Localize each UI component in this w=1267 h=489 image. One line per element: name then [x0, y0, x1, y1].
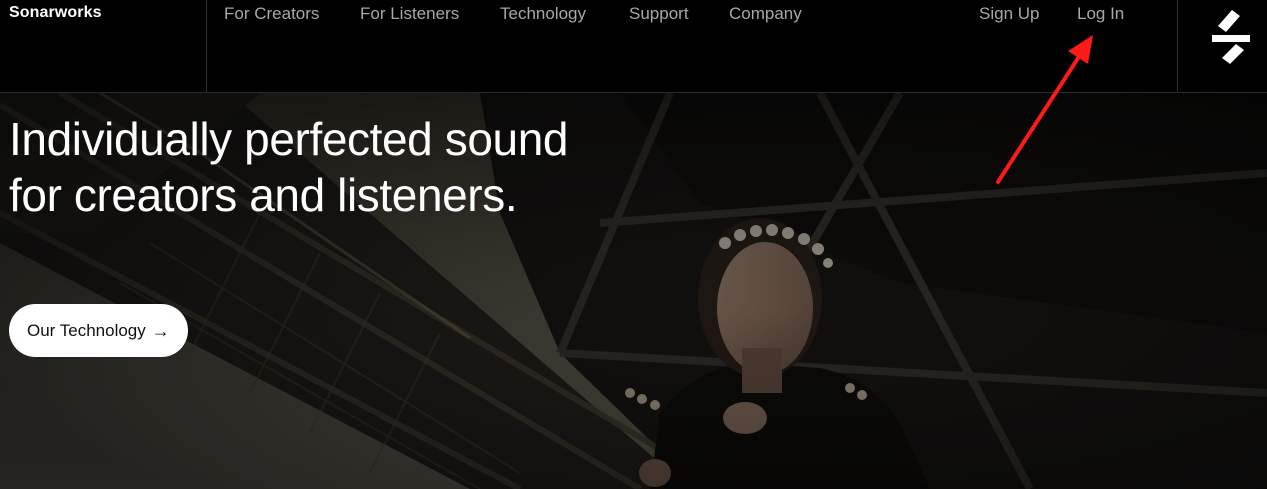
brand-logo-text[interactable]: Sonarworks — [9, 4, 102, 22]
nav-item-technology[interactable]: Technology — [500, 4, 586, 24]
cta-label: Our Technology — [27, 320, 146, 340]
header-divider — [1177, 0, 1178, 92]
nav-item-company[interactable]: Company — [729, 4, 802, 24]
sign-up-link[interactable]: Sign Up — [979, 4, 1039, 24]
nav-item-for-creators[interactable]: For Creators — [224, 4, 319, 24]
hero-title: Individually perfected sound for creator… — [9, 113, 569, 221]
log-in-link[interactable]: Log In — [1077, 4, 1124, 24]
hero-section: Individually perfected sound for creator… — [0, 93, 1267, 489]
nav-item-support[interactable]: Support — [629, 4, 689, 24]
sonarworks-logo-icon[interactable] — [1208, 8, 1254, 66]
page: Sonarworks For Creators For Listeners Te… — [0, 0, 1267, 489]
nav-item-for-listeners[interactable]: For Listeners — [360, 4, 459, 24]
site-header: Sonarworks For Creators For Listeners Te… — [0, 0, 1267, 93]
header-divider — [206, 0, 207, 92]
arrow-right-icon: → — [151, 320, 170, 341]
our-technology-button[interactable]: Our Technology → — [9, 304, 188, 357]
